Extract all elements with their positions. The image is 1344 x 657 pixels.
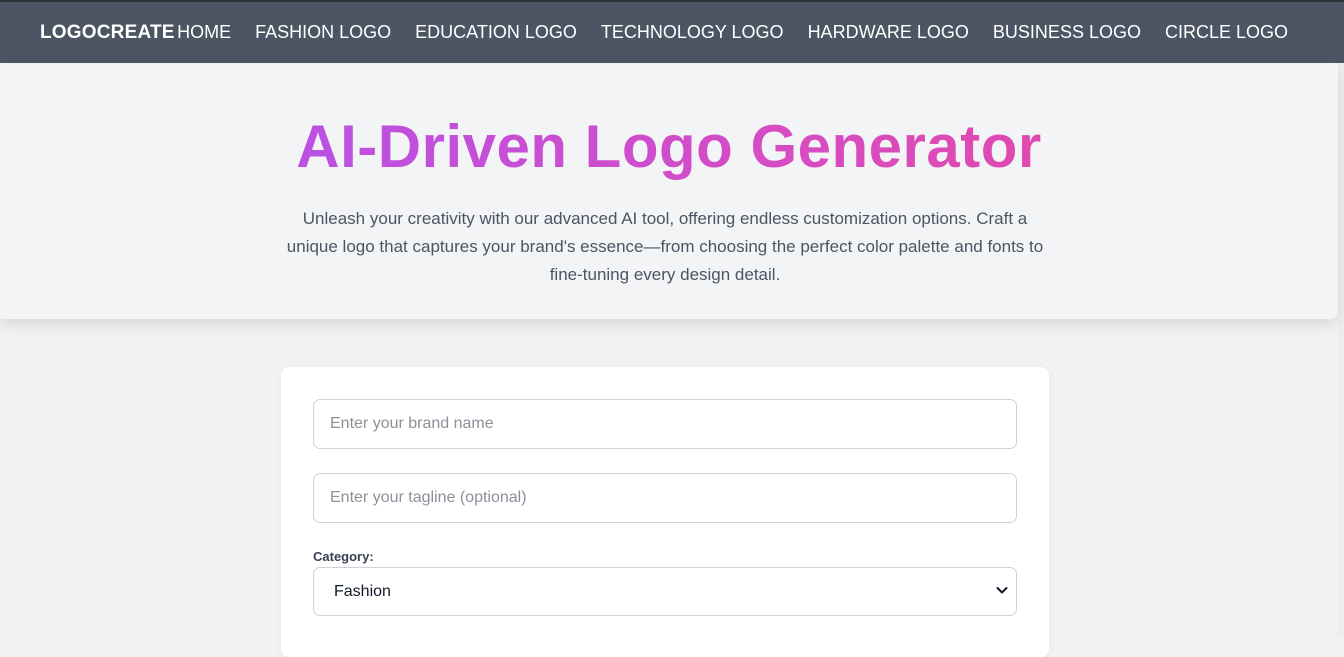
nav-link-business-logo[interactable]: BUSINESS LOGO [993, 22, 1141, 43]
category-label: Category: [313, 549, 374, 564]
hero-subtitle: Unleash your creativity with our advance… [286, 209, 1044, 284]
hero-title: AI-Driven Logo Generator [0, 111, 1338, 183]
hero-section: AI-Driven Logo Generator Unleash your cr… [0, 63, 1338, 319]
category-selected-value: Fashion [334, 582, 391, 600]
page-scrollbar[interactable] [1338, 63, 1344, 636]
chevron-down-icon [996, 587, 1008, 594]
nav-link-education-logo[interactable]: EDUCATION LOGO [415, 22, 577, 43]
brand-logo-link[interactable]: LOGOCREATE [40, 22, 175, 44]
nav-link-fashion-logo[interactable]: FASHION LOGO [255, 22, 391, 43]
category-select[interactable]: Fashion [313, 567, 1017, 616]
tagline-input[interactable] [313, 473, 1017, 523]
nav-link-technology-logo[interactable]: TECHNOLOGY LOGO [601, 22, 784, 43]
brand-name-input[interactable] [313, 399, 1017, 449]
top-navbar: LOGOCREATE HOME FASHION LOGO EDUCATION L… [0, 0, 1344, 63]
nav-link-home[interactable]: HOME [177, 22, 231, 43]
logo-generator-form: Category: Fashion [281, 367, 1049, 657]
nav-links: HOME FASHION LOGO EDUCATION LOGO TECHNOL… [177, 22, 1288, 43]
nav-link-hardware-logo[interactable]: HARDWARE LOGO [808, 22, 969, 43]
nav-link-circle-logo[interactable]: CIRCLE LOGO [1165, 22, 1288, 43]
